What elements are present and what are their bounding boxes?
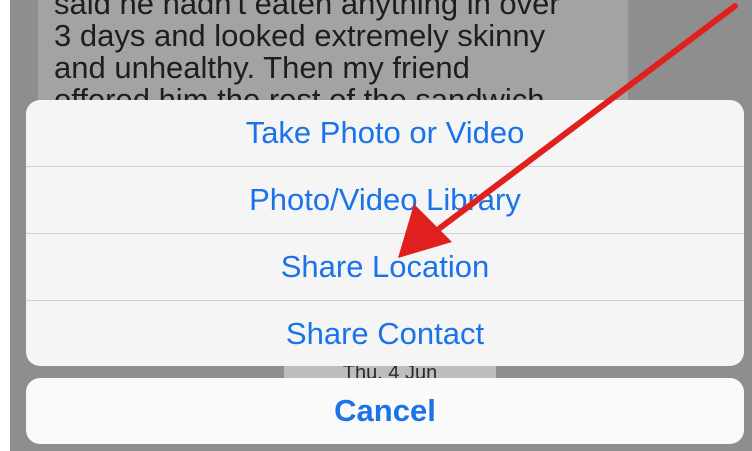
- red-arrow-icon: [398, 3, 738, 258]
